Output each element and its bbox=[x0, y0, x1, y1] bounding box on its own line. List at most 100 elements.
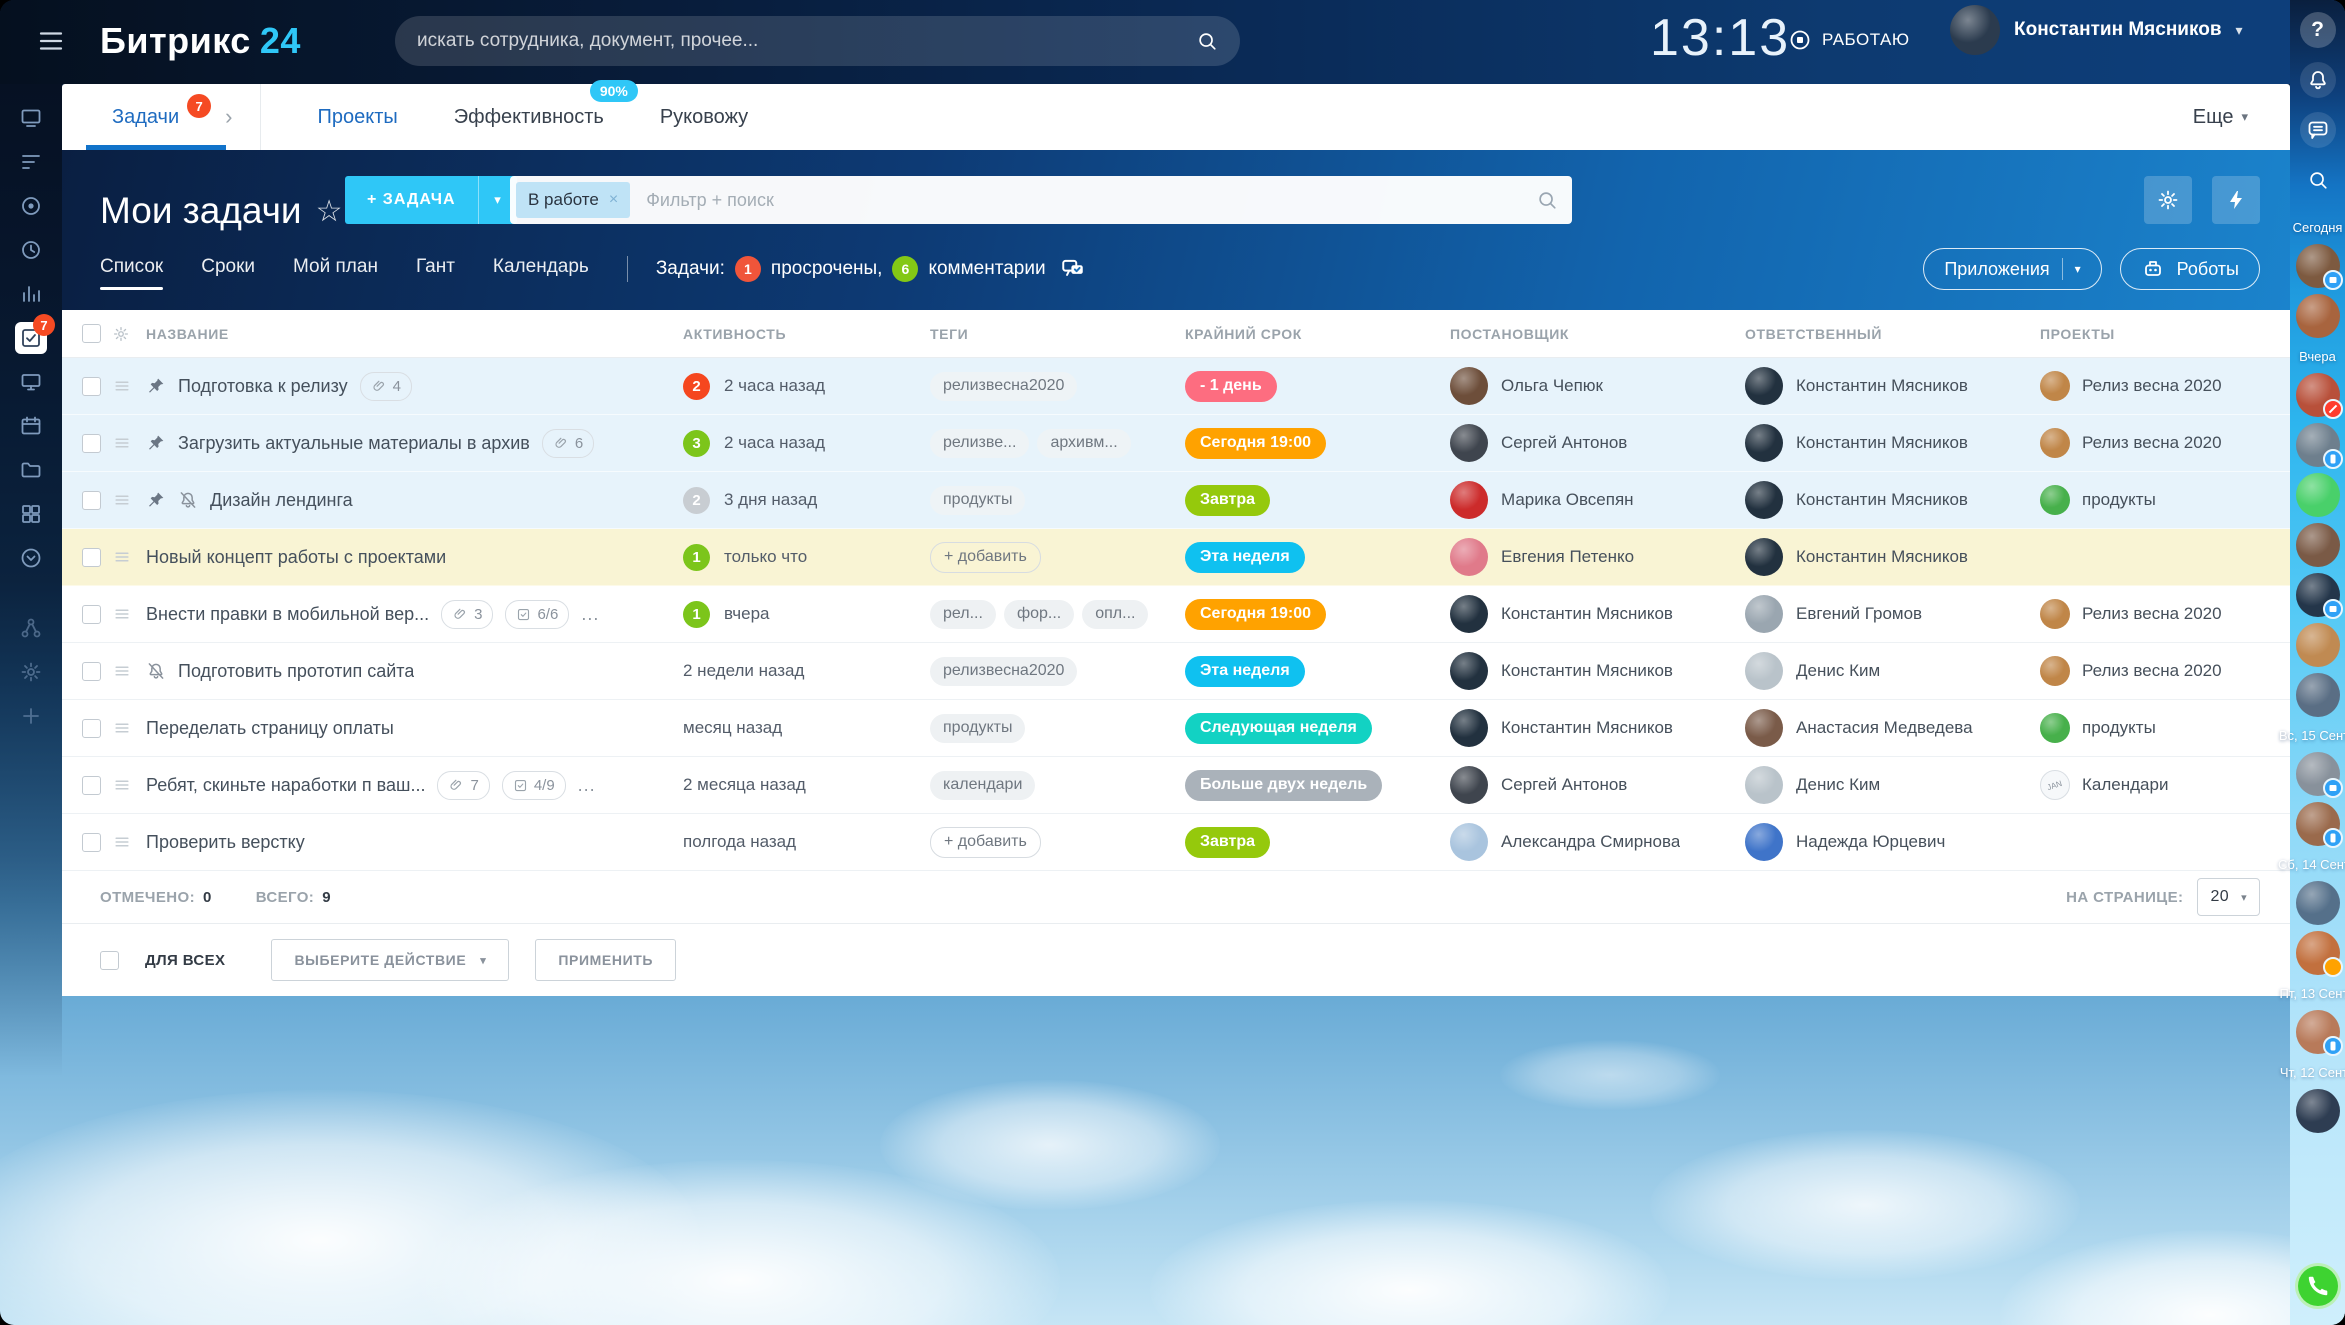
creator-avatar[interactable] bbox=[1450, 766, 1488, 804]
task-name[interactable]: Внести правки в мобильной вер... bbox=[146, 604, 429, 625]
apply-button[interactable]: ПРИМЕНИТЬ bbox=[535, 939, 676, 981]
assignee-avatar[interactable] bbox=[1745, 367, 1783, 405]
deadline-pill[interactable]: - 1 день bbox=[1185, 371, 1277, 402]
col-activity[interactable]: АКТИВНОСТЬ bbox=[683, 326, 930, 342]
task-name[interactable]: Дизайн лендинга bbox=[210, 490, 353, 511]
row-checkbox[interactable] bbox=[82, 605, 101, 624]
assignee-avatar[interactable] bbox=[1745, 481, 1783, 519]
robots-button[interactable]: Роботы bbox=[2120, 248, 2260, 290]
notifications-button[interactable] bbox=[2300, 62, 2336, 98]
tag-pill[interactable]: релизвесна2020 bbox=[930, 657, 1077, 686]
row-checkbox[interactable] bbox=[82, 491, 101, 510]
messenger-button[interactable] bbox=[2300, 112, 2336, 148]
col-projects[interactable]: ПРОЕКТЫ bbox=[2040, 326, 2270, 342]
menu-time[interactable] bbox=[9, 228, 53, 272]
project-name[interactable]: продукты bbox=[2082, 490, 2156, 510]
menu-reports[interactable] bbox=[9, 272, 53, 316]
contact-avatar[interactable] bbox=[2296, 573, 2340, 617]
add-tag-button[interactable]: + добавить bbox=[930, 542, 1041, 573]
assignee-avatar[interactable] bbox=[1745, 424, 1783, 462]
assignee-name[interactable]: Анастасия Медведева bbox=[1796, 718, 1973, 738]
activity-badge[interactable]: 1 bbox=[683, 601, 710, 628]
add-tag-button[interactable]: + добавить bbox=[930, 827, 1041, 858]
menu-calendar[interactable] bbox=[9, 404, 53, 448]
chevron-right-icon[interactable]: › bbox=[225, 104, 232, 130]
creator-avatar[interactable] bbox=[1450, 424, 1488, 462]
automation-button[interactable] bbox=[2212, 176, 2260, 224]
comments-count-badge[interactable]: 6 bbox=[892, 256, 918, 282]
nav-more-button[interactable]: Еще ▾ bbox=[2193, 106, 2248, 129]
logo[interactable]: Битрикс24 bbox=[100, 20, 301, 62]
attachments-pill[interactable]: 7 bbox=[437, 771, 489, 800]
user-menu[interactable]: Константин Мясников ▾ bbox=[1950, 5, 2243, 55]
col-name[interactable]: НАЗВАНИЕ bbox=[146, 326, 683, 342]
tag-pill[interactable]: фор... bbox=[1004, 600, 1074, 629]
menu-structure[interactable] bbox=[9, 606, 53, 650]
close-icon[interactable]: × bbox=[609, 191, 618, 209]
settings-gear-button[interactable] bbox=[2144, 176, 2192, 224]
contact-avatar[interactable] bbox=[2296, 373, 2340, 417]
select-all-checkbox[interactable] bbox=[82, 324, 101, 343]
view-tab-gantt[interactable]: Гант bbox=[416, 256, 455, 290]
view-tab-myplan[interactable]: Мой план bbox=[293, 256, 378, 290]
work-clock[interactable]: 13:13 bbox=[1650, 8, 1790, 68]
contact-avatar[interactable] bbox=[2296, 802, 2340, 846]
contact-avatar[interactable] bbox=[2296, 1010, 2340, 1054]
tag-pill[interactable]: релизве... bbox=[930, 429, 1029, 458]
project-name[interactable]: Релиз весна 2020 bbox=[2082, 661, 2222, 681]
creator-name[interactable]: Евгения Петенко bbox=[1501, 547, 1634, 567]
deadline-pill[interactable]: Следующая неделя bbox=[1185, 713, 1372, 744]
filter-search-input[interactable]: В работе × Фильтр + поиск bbox=[510, 176, 1572, 224]
creator-name[interactable]: Константин Мясников bbox=[1501, 661, 1673, 681]
columns-gear-icon[interactable] bbox=[112, 325, 130, 343]
activity-badge[interactable]: 1 bbox=[683, 544, 710, 571]
assignee-avatar[interactable] bbox=[1745, 709, 1783, 747]
task-name[interactable]: Проверить верстку bbox=[146, 832, 305, 853]
deadline-pill[interactable]: Эта неделя bbox=[1185, 542, 1305, 573]
work-status[interactable]: РАБОТАЮ bbox=[1788, 28, 1910, 52]
menu-live-feed[interactable] bbox=[9, 96, 53, 140]
tag-pill[interactable]: релизвесна2020 bbox=[930, 372, 1077, 401]
assignee-name[interactable]: Константин Мясников bbox=[1796, 490, 1968, 510]
row-checkbox[interactable] bbox=[82, 719, 101, 738]
creator-avatar[interactable] bbox=[1450, 538, 1488, 576]
menu-hamburger-icon[interactable] bbox=[36, 28, 66, 54]
creator-name[interactable]: Сергей Антонов bbox=[1501, 433, 1627, 453]
view-tab-deadlines[interactable]: Сроки bbox=[201, 256, 255, 290]
task-name[interactable]: Ребят, скиньте наработки п ваш... bbox=[146, 775, 425, 796]
contact-avatar[interactable] bbox=[2296, 623, 2340, 667]
task-name[interactable]: Подготовить прототип сайта bbox=[178, 661, 414, 682]
assignee-name[interactable]: Константин Мясников bbox=[1796, 433, 1968, 453]
contact-avatar[interactable] bbox=[2296, 523, 2340, 567]
menu-settings[interactable] bbox=[9, 650, 53, 694]
view-tab-list[interactable]: Список bbox=[100, 256, 163, 290]
assignee-name[interactable]: Константин Мясников bbox=[1796, 547, 1968, 567]
creator-name[interactable]: Александра Смирнова bbox=[1501, 832, 1680, 852]
call-button[interactable] bbox=[2295, 1263, 2341, 1309]
contact-avatar[interactable] bbox=[2296, 294, 2340, 338]
task-name[interactable]: Переделать страницу оплаты bbox=[146, 718, 394, 739]
help-button[interactable]: ? bbox=[2300, 12, 2336, 48]
contact-avatar[interactable] bbox=[2296, 673, 2340, 717]
task-name[interactable]: Загрузить актуальные материалы в архив bbox=[178, 433, 530, 454]
tag-pill[interactable]: опл... bbox=[1082, 600, 1148, 629]
tag-pill[interactable]: продукты bbox=[930, 486, 1025, 515]
tag-pill[interactable]: продукты bbox=[930, 714, 1025, 743]
favorite-star-icon[interactable]: ☆ bbox=[316, 194, 343, 229]
tag-pill[interactable]: рел... bbox=[930, 600, 996, 629]
contact-avatar[interactable] bbox=[2296, 473, 2340, 517]
tag-pill[interactable]: архивм... bbox=[1037, 429, 1130, 458]
project-name[interactable]: Релиз весна 2020 bbox=[2082, 433, 2222, 453]
creator-avatar[interactable] bbox=[1450, 481, 1488, 519]
row-checkbox[interactable] bbox=[82, 662, 101, 681]
tab-supervise[interactable]: Руковожу bbox=[660, 106, 748, 129]
assignee-avatar[interactable] bbox=[1745, 652, 1783, 690]
tab-efficiency[interactable]: Эффективность90% bbox=[454, 106, 604, 129]
task-name[interactable]: Новый концепт работы с проектами bbox=[146, 547, 446, 568]
global-search-input[interactable]: искать сотрудника, документ, прочее... bbox=[395, 16, 1240, 66]
assignee-avatar[interactable] bbox=[1745, 538, 1783, 576]
deadline-pill[interactable]: Сегодня 19:00 bbox=[1185, 428, 1326, 459]
contact-avatar[interactable] bbox=[2296, 881, 2340, 925]
col-assignee[interactable]: ОТВЕТСТВЕННЫЙ bbox=[1745, 326, 2040, 342]
deadline-pill[interactable]: Эта неделя bbox=[1185, 656, 1305, 687]
